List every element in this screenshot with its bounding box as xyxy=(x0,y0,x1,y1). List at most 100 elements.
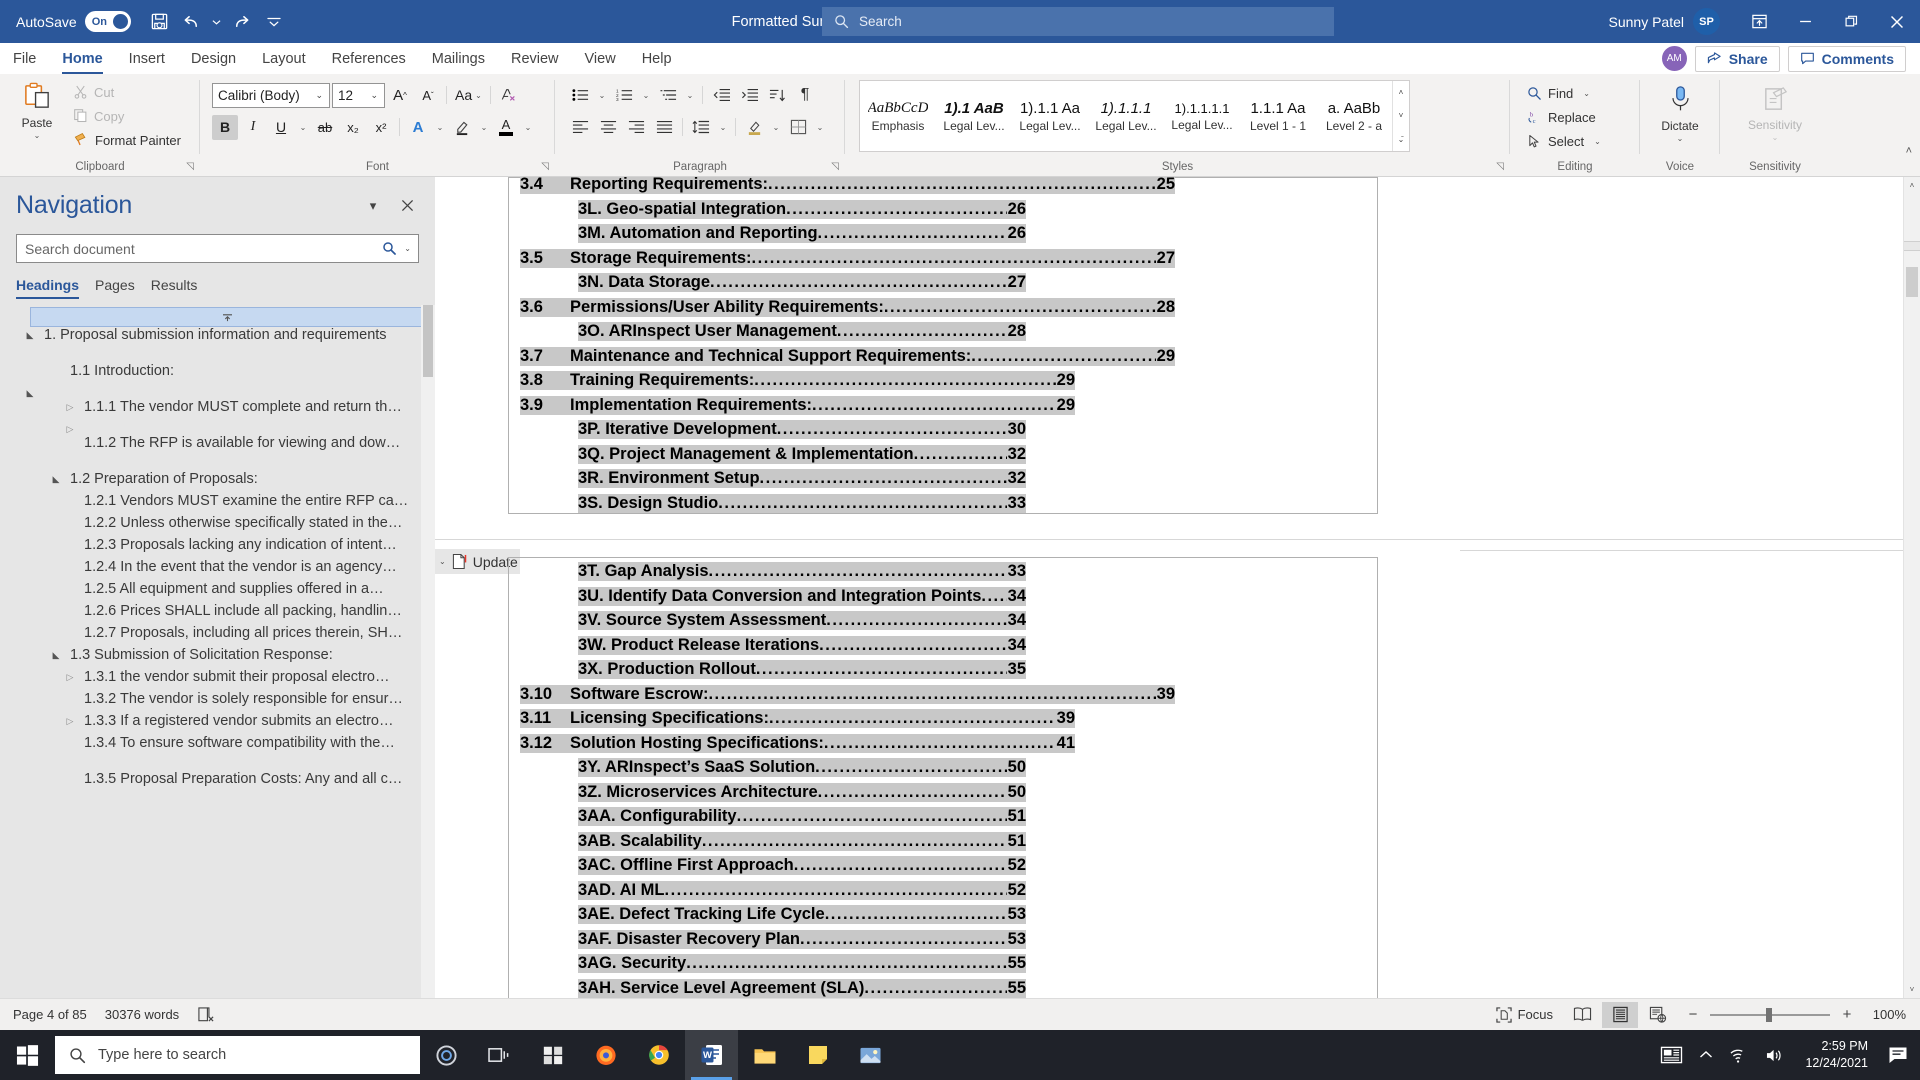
firefox-icon[interactable] xyxy=(579,1030,632,1080)
scroll-down-icon[interactable]: ˅ xyxy=(1904,981,1920,998)
task-view-icon[interactable] xyxy=(473,1030,526,1080)
style-item-legal-level-2[interactable]: 1).1.1 Aa Legal Lev... xyxy=(1012,81,1088,151)
toc-options-dropdown-icon[interactable]: ⌄ xyxy=(439,557,446,566)
toc-entry[interactable]: 3AA. Configurability....................… xyxy=(520,807,1460,832)
toc-entry[interactable]: 3AD. AI ML..............................… xyxy=(520,880,1460,906)
bullets-button[interactable] xyxy=(567,83,593,108)
align-left-button[interactable] xyxy=(567,115,593,140)
style-item-emphasis[interactable]: AaBbCcD Emphasis xyxy=(860,81,936,151)
style-item-legal-level-4[interactable]: 1).1.1.1.1 Legal Lev... xyxy=(1164,81,1240,151)
toc-entry[interactable]: 3Y. ARInspect’s SaaS Solution...........… xyxy=(520,758,1460,783)
toc-entry[interactable]: 3.9 Implementation Requirements:.........… xyxy=(520,395,1460,421)
font-color-button[interactable]: A xyxy=(493,115,519,140)
navigation-item[interactable]: ◢ 1.2.4 In the event that the vendor is a… xyxy=(0,559,435,581)
toc-entry[interactable]: 3P. Iterative Development...............… xyxy=(520,420,1460,445)
line-spacing-button[interactable] xyxy=(688,115,714,140)
save-icon[interactable] xyxy=(145,8,175,36)
dictate-button[interactable]: Dictate ⌄ xyxy=(1647,82,1713,143)
navigation-item[interactable]: ◢ 1.2.6 Prices SHALL include all packing,… xyxy=(0,603,435,625)
change-case-button[interactable]: Aa ⌄ xyxy=(452,83,485,108)
gallery-scroll-up-icon[interactable]: ˄ xyxy=(1393,81,1409,104)
zoom-level[interactable]: 100% xyxy=(1864,1007,1906,1022)
toc-entry[interactable]: 3M. Automation and Reporting............… xyxy=(520,224,1460,249)
restore-button[interactable] xyxy=(1828,0,1874,43)
sensitivity-button[interactable]: Sensitivity ⌄ xyxy=(1733,82,1817,142)
tab-mailings[interactable]: Mailings xyxy=(419,43,498,74)
toc-entry[interactable]: 3.5 Storage Requirements:................… xyxy=(520,248,1460,274)
document-scroll-thumb[interactable] xyxy=(1906,267,1918,297)
search-document-input[interactable] xyxy=(25,240,379,257)
toc-entry[interactable]: 3.8 Training Requirements:...............… xyxy=(520,371,1460,396)
minimize-button[interactable] xyxy=(1782,0,1828,43)
navigation-selected-heading[interactable] xyxy=(30,307,425,327)
shading-dropdown-icon[interactable]: ⌄ xyxy=(769,115,783,140)
bullets-dropdown-icon[interactable]: ⌄ xyxy=(595,83,609,108)
navigation-item[interactable]: ◢ 1.2.3 Proposals lacking any indication … xyxy=(0,537,435,559)
print-layout-button[interactable] xyxy=(1602,1001,1638,1028)
scroll-up-icon[interactable]: ˄ xyxy=(1904,177,1920,194)
shrink-font-button[interactable]: Aˇ xyxy=(415,83,441,108)
news-and-interests-icon[interactable] xyxy=(1652,1030,1691,1080)
select-button[interactable]: Select ⌄ xyxy=(1522,130,1606,153)
navigation-search[interactable]: ⌄ xyxy=(16,234,419,263)
cut-button[interactable]: Cut xyxy=(68,81,186,104)
tab-insert[interactable]: Insert xyxy=(116,43,178,74)
paste-button[interactable]: Paste ⌄ xyxy=(10,78,64,140)
autosave-toggle[interactable]: On xyxy=(84,11,131,32)
windows-start-icon[interactable] xyxy=(0,1030,55,1080)
clear-formatting-button[interactable] xyxy=(496,83,522,108)
navigation-item[interactable]: ◢ 1.3.2 The vendor is solely responsible … xyxy=(0,691,435,713)
search-input[interactable]: Search xyxy=(822,7,1334,36)
close-button[interactable] xyxy=(1874,0,1920,43)
numbering-dropdown-icon[interactable]: ⌄ xyxy=(639,83,653,108)
toc-entry[interactable]: 3AB. Scalability........................… xyxy=(520,831,1460,857)
zoom-out-button[interactable]: − xyxy=(1686,1006,1700,1023)
decrease-indent-button[interactable] xyxy=(708,83,734,108)
taskbar-search-input[interactable]: Type here to search xyxy=(55,1036,420,1074)
style-item-level-2[interactable]: a. AaBb Level 2 - a xyxy=(1316,81,1392,151)
navigation-item[interactable]: ◢ 1.3.4 To ensure software compatibility … xyxy=(0,735,435,757)
volume-icon[interactable] xyxy=(1757,1030,1793,1080)
toc-entry[interactable]: 3R. Environment Setup...................… xyxy=(520,469,1460,494)
navigation-options-icon[interactable]: ▾ xyxy=(363,196,383,216)
multilevel-list-dropdown-icon[interactable]: ⌄ xyxy=(683,83,697,108)
navigation-item[interactable]: ◢ 1.2.5 All equipment and supplies offere… xyxy=(0,581,435,603)
text-effects-dropdown-icon[interactable]: ⌄ xyxy=(433,115,447,140)
borders-button[interactable] xyxy=(785,115,811,140)
chrome-icon[interactable] xyxy=(632,1030,685,1080)
sensitivity-dropdown-icon[interactable]: ⌄ xyxy=(1772,133,1779,142)
toc-entry[interactable]: 3V. Source System Assessment............… xyxy=(520,611,1460,636)
navigation-item[interactable]: ▷ 1.1.1 The vendor MUST complete and retu… xyxy=(0,399,435,421)
format-painter-button[interactable]: Format Painter xyxy=(68,129,186,152)
proofing-errors-icon[interactable] xyxy=(188,1002,224,1028)
avatar[interactable]: SP xyxy=(1693,8,1720,35)
italic-button[interactable]: I xyxy=(240,115,266,140)
underline-dropdown-icon[interactable]: ⌄ xyxy=(296,115,310,140)
bold-button[interactable]: B xyxy=(212,114,238,140)
align-right-button[interactable] xyxy=(623,115,649,140)
navigation-headings-list[interactable]: ◢ 1. Proposal submission information and … xyxy=(0,305,435,998)
line-spacing-dropdown-icon[interactable]: ⌄ xyxy=(716,115,730,140)
nav-tab-results[interactable]: Results xyxy=(151,277,214,299)
zoom-track[interactable] xyxy=(1710,1007,1830,1022)
justify-button[interactable] xyxy=(651,115,677,140)
collaborator-avatar[interactable]: AM xyxy=(1661,46,1687,71)
font-dialog-launcher-icon[interactable]: ◹ xyxy=(541,161,549,172)
navigation-item[interactable]: ◢ 1.1.2 The RFP is available for viewing … xyxy=(0,435,435,457)
toc-entry[interactable]: 3.6 Permissions/User Ability Requirements… xyxy=(520,297,1460,323)
wifi-icon[interactable] xyxy=(1721,1030,1757,1080)
tab-file[interactable]: File xyxy=(0,43,49,74)
word-icon[interactable]: W xyxy=(685,1030,738,1080)
toc-entry[interactable]: 3.4 Reporting Requirements:..............… xyxy=(520,177,1460,200)
tab-references[interactable]: References xyxy=(319,43,419,74)
toc-entry[interactable]: 3AC. Offline First Approach.............… xyxy=(520,856,1460,881)
toc-entry[interactable]: 3Z. Microservices Architecture..........… xyxy=(520,782,1460,808)
toc-entry[interactable]: 3O. ARInspect User Management...........… xyxy=(520,322,1460,347)
photos-icon[interactable] xyxy=(844,1030,897,1080)
toc-entry[interactable]: 3.7 Maintenance and Technical Support Req… xyxy=(520,346,1460,372)
tab-review[interactable]: Review xyxy=(498,43,572,74)
font-color-dropdown-icon[interactable]: ⌄ xyxy=(521,115,535,140)
grow-font-button[interactable]: A ^ xyxy=(387,83,413,108)
numbering-button[interactable]: 123 xyxy=(611,83,637,108)
toc-entry[interactable]: 3W. Product Release Iterations..........… xyxy=(520,635,1460,661)
